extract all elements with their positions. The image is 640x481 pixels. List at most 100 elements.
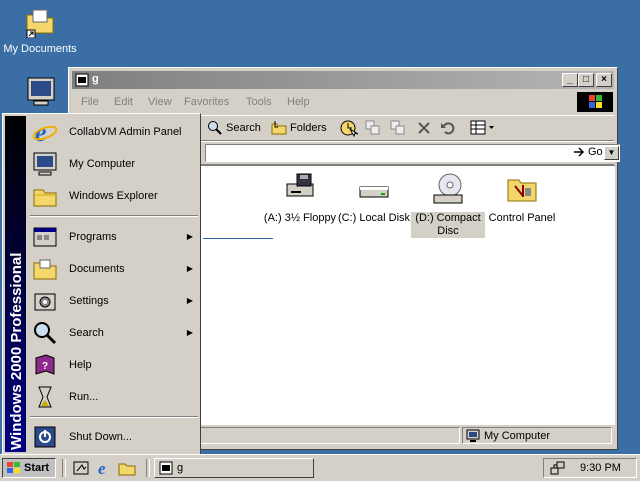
submenu-arrow-icon: ▶ — [186, 328, 193, 337]
hard-disk-icon — [359, 186, 389, 198]
explorer-folder-icon[interactable] — [118, 459, 136, 477]
views-icon[interactable] — [470, 120, 496, 136]
menu-item-label: Shut Down... — [69, 431, 132, 443]
desktop-icon-label: My Documents — [3, 43, 77, 55]
menu-item-windows-explorer[interactable]: Windows Explorer — [28, 180, 199, 212]
menu-item-my-computer[interactable]: My Computer — [28, 148, 199, 180]
start-button-label: Start — [24, 462, 50, 474]
folders-button-label: Folders — [290, 122, 327, 134]
banner-text: Windows 2000 Professional — [8, 253, 25, 450]
menu-item-documents[interactable]: Documents ▶ — [28, 253, 199, 285]
menu-item-shut-down[interactable]: Shut Down... — [28, 421, 199, 453]
banner-label: Windows 2000 Professional — [8, 253, 25, 450]
svg-text:?: ? — [42, 361, 48, 372]
drive-label: (A:) 3½ Floppy — [263, 212, 337, 224]
menu-item-label: My Computer — [69, 158, 136, 170]
clock[interactable]: 9:30 PM — [580, 462, 621, 474]
windows-flag-icon — [7, 462, 20, 473]
cd-drive-icon — [433, 173, 463, 204]
menu-item-collabvm-admin-panel[interactable]: e CollabVM Admin Panel — [28, 116, 199, 148]
window-title: g — [92, 73, 99, 85]
pane-divider — [203, 238, 273, 239]
taskbar-divider — [62, 459, 66, 477]
programs-icon — [33, 227, 57, 247]
menu-item-label: Windows Explorer — [69, 190, 158, 202]
menu-item-help[interactable]: ? Help — [28, 349, 199, 381]
maximize-button[interactable]: □ — [578, 73, 594, 87]
start-menu-banner: Windows 2000 Professional — [5, 116, 26, 452]
taskbar-window-label: g — [177, 462, 184, 474]
search-button-label: Search — [226, 122, 261, 134]
status-cell-location: My Computer — [462, 427, 612, 444]
windows-logo — [577, 92, 613, 112]
close-button[interactable]: × — [596, 73, 612, 87]
internet-explorer-icon: e — [32, 119, 58, 145]
network-icon[interactable] — [550, 460, 566, 476]
menu-help[interactable]: Help — [287, 96, 310, 108]
menu-item-label: Run... — [69, 391, 99, 403]
show-desktop-icon[interactable] — [72, 459, 90, 477]
menu-item-search[interactable]: Search ▶ — [28, 317, 199, 349]
go-button[interactable]: Go — [572, 145, 603, 159]
menu-bar: File Edit View Favorites Tools Help — [72, 92, 614, 112]
computer-icon — [27, 77, 55, 106]
submenu-arrow-icon: ▶ — [186, 296, 193, 305]
submenu-arrow-icon: ▶ — [186, 232, 193, 241]
drive-floppy[interactable]: (A:) 3½ Floppy — [263, 172, 337, 225]
status-location: My Computer — [484, 429, 551, 442]
title-bar[interactable]: g _ □ × — [72, 71, 614, 89]
menu-file[interactable]: File — [81, 96, 99, 108]
menu-item-label: Search — [69, 327, 104, 339]
settings-icon — [34, 293, 56, 311]
menu-separator — [30, 215, 198, 217]
go-button-label: Go — [588, 146, 603, 158]
computer-small-icon — [466, 429, 480, 442]
documents-folder-icon — [33, 259, 57, 280]
drive-label: Control Panel — [488, 212, 556, 224]
system-tray: 9:30 PM — [543, 458, 637, 478]
address-dropdown-button[interactable]: ▼ — [604, 146, 619, 160]
window-icon — [159, 461, 173, 475]
move-to-icon[interactable] — [365, 120, 381, 136]
drive-label: (C:) Local Disk — [337, 212, 411, 224]
internet-explorer-icon[interactable]: e — [96, 459, 114, 477]
window-icon — [75, 73, 89, 87]
drive-local-disk[interactable]: (C:) Local Disk — [337, 172, 411, 225]
menu-item-programs[interactable]: Programs ▶ — [28, 221, 199, 253]
submenu-arrow-icon: ▶ — [186, 264, 193, 273]
search-button[interactable]: Search — [207, 120, 261, 136]
menu-item-label: CollabVM Admin Panel — [69, 126, 182, 138]
shut-down-icon — [34, 426, 56, 448]
folders-button[interactable]: Folders — [271, 120, 327, 136]
desktop-icon-my-documents[interactable]: My Documents — [0, 6, 80, 55]
search-icon — [208, 121, 222, 135]
menu-item-label: Settings — [69, 295, 109, 307]
menu-tools[interactable]: Tools — [246, 96, 272, 108]
drive-compact-disc[interactable]: (D:) Compact Disc — [411, 172, 485, 238]
drive-label: (D:) Compact Disc — [411, 212, 485, 238]
menu-edit[interactable]: Edit — [114, 96, 133, 108]
control-panel-item[interactable]: Control Panel — [485, 172, 559, 225]
control-panel-icon — [507, 179, 537, 202]
taskbar-window-button[interactable]: g — [154, 458, 314, 478]
undo-icon[interactable] — [440, 120, 456, 136]
menu-view[interactable]: View — [148, 96, 172, 108]
menu-item-settings[interactable]: Settings ▶ — [28, 285, 199, 317]
windows-flag-icon — [589, 95, 602, 108]
run-icon — [38, 386, 52, 408]
menu-favorites[interactable]: Favorites — [184, 96, 229, 108]
taskbar-divider — [146, 459, 150, 477]
menu-separator — [30, 416, 198, 418]
svg-text:e: e — [98, 459, 106, 477]
address-field[interactable]: ▼ — [205, 144, 620, 162]
delete-icon[interactable] — [416, 120, 432, 136]
copy-to-icon[interactable] — [390, 120, 406, 136]
history-icon[interactable] — [338, 118, 358, 138]
menu-item-run[interactable]: Run... — [28, 381, 199, 413]
start-button[interactable]: Start — [2, 458, 56, 478]
help-book-icon: ? — [35, 354, 55, 375]
minimize-button[interactable]: _ — [562, 73, 578, 87]
menu-item-label: Documents — [69, 263, 125, 275]
go-arrow-icon — [574, 147, 585, 157]
search-icon — [34, 322, 57, 345]
